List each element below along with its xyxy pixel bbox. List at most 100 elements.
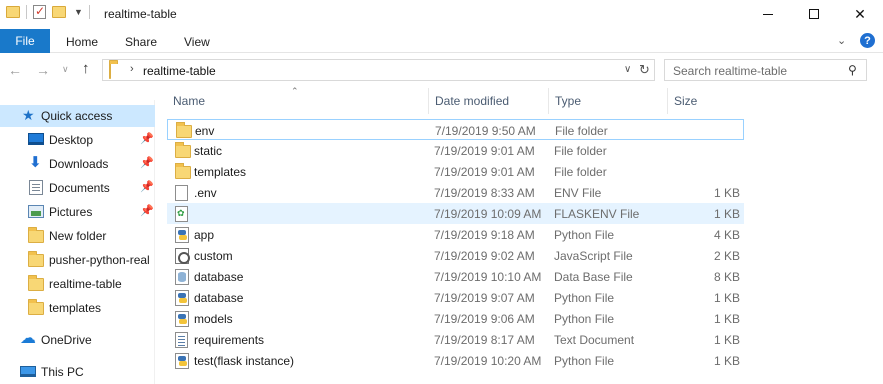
- file-date: 7/19/2019 10:20 AM: [434, 354, 542, 368]
- sidebar-item-label: New folder: [49, 229, 107, 243]
- up-arrow-icon[interactable]: ↑: [82, 60, 90, 77]
- pin-icon[interactable]: 📌: [140, 180, 154, 193]
- pin-icon[interactable]: 📌: [140, 132, 154, 145]
- file-row[interactable]: app 7/19/2019 9:18 AM Python File 4 KB: [167, 224, 744, 245]
- file-name: custom: [194, 249, 233, 263]
- toolbar-divider: [26, 5, 27, 19]
- file-date: 7/19/2019 9:02 AM: [434, 249, 535, 263]
- flaskenv-file-icon: [175, 206, 188, 223]
- sidebar-item-downloads[interactable]: ⬇ Downloads 📌: [0, 153, 155, 175]
- python-file-icon: [175, 290, 189, 307]
- file-type: Python File: [554, 312, 615, 326]
- folder-icon: [28, 251, 44, 267]
- file-name: database: [194, 270, 244, 284]
- folder-icon: [175, 163, 191, 179]
- column-header-date-modified[interactable]: Date modified: [428, 88, 548, 114]
- close-button[interactable]: ✕: [837, 0, 883, 28]
- sidebar-item-pusher-python-real[interactable]: pusher-python-real: [0, 249, 155, 271]
- pin-icon[interactable]: 📌: [140, 156, 154, 169]
- file-row[interactable]: templates 7/19/2019 9:01 AM File folder: [167, 161, 744, 182]
- address-history-dropdown-icon[interactable]: ∨: [624, 64, 631, 75]
- address-path[interactable]: realtime-table: [143, 64, 216, 78]
- column-header-name[interactable]: Name: [166, 88, 428, 114]
- help-icon[interactable]: ?: [860, 33, 875, 48]
- tab-home[interactable]: Home: [66, 35, 98, 49]
- customize-toolbar-dropdown-icon[interactable]: ▼: [74, 7, 83, 17]
- file-type: Python File: [554, 291, 615, 305]
- minimize-button[interactable]: [745, 0, 791, 28]
- address-bar[interactable]: › realtime-table ∨ ↻: [102, 59, 655, 81]
- folder-icon: [28, 275, 44, 291]
- file-size: 2 KB: [713, 249, 740, 263]
- file-row[interactable]: requirements 7/19/2019 8:17 AM Text Docu…: [167, 329, 744, 350]
- new-folder-icon[interactable]: [52, 6, 66, 18]
- file-row[interactable]: test(flask instance) 7/19/2019 10:20 AM …: [167, 350, 744, 371]
- maximize-button[interactable]: [791, 0, 837, 28]
- file-type: Python File: [554, 354, 615, 368]
- navigation-pane: ★ Quick access Desktop 📌 ⬇ Downloads 📌 D…: [0, 100, 155, 384]
- javascript-file-icon: [175, 248, 190, 265]
- tab-view[interactable]: View: [184, 35, 210, 49]
- sidebar-item-label: Desktop: [49, 133, 94, 147]
- sidebar-item-quick-access[interactable]: ★ Quick access: [0, 105, 155, 127]
- forward-arrow-icon[interactable]: →: [36, 62, 50, 78]
- column-header-type[interactable]: Type: [548, 88, 667, 114]
- file-icon: [175, 185, 188, 202]
- pictures-icon: [28, 205, 44, 218]
- file-row[interactable]: .env 7/19/2019 8:33 AM ENV File 1 KB: [167, 182, 744, 203]
- sidebar-item-label: Pictures: [49, 205, 93, 219]
- file-type: Text Document: [554, 333, 635, 347]
- file-row[interactable]: 7/19/2019 10:09 AM FLASKENV File 1 KB: [167, 203, 744, 224]
- file-date: 7/19/2019 8:17 AM: [434, 333, 535, 347]
- sidebar-item-onedrive[interactable]: ☁ OneDrive: [0, 329, 155, 351]
- search-icon[interactable]: ⚲: [848, 63, 857, 77]
- sidebar-item-templates[interactable]: templates: [0, 297, 155, 319]
- expand-ribbon-chevron-icon[interactable]: ⌄: [837, 34, 846, 47]
- sidebar-item-label: OneDrive: [41, 333, 92, 347]
- file-type: FLASKENV File: [554, 207, 640, 221]
- sidebar-item-desktop[interactable]: Desktop 📌: [0, 129, 155, 151]
- file-date: 7/19/2019 9:06 AM: [434, 312, 535, 326]
- folder-icon: [109, 63, 111, 79]
- sidebar-item-this-pc[interactable]: This PC: [0, 361, 155, 383]
- sidebar-item-label: Quick access: [41, 109, 113, 123]
- this-pc-icon: [20, 366, 36, 377]
- folder-icon[interactable]: [6, 6, 20, 18]
- recent-locations-chevron-icon[interactable]: ∨: [62, 64, 69, 75]
- file-type: Python File: [554, 228, 615, 242]
- folder-icon: [28, 227, 44, 243]
- sidebar-item-realtime-table[interactable]: realtime-table: [0, 273, 155, 295]
- chevron-right-icon[interactable]: ›: [130, 63, 134, 75]
- back-arrow-icon[interactable]: ←: [8, 62, 22, 78]
- pin-icon[interactable]: 📌: [140, 204, 154, 217]
- file-row[interactable]: database 7/19/2019 10:10 AM Data Base Fi…: [167, 266, 744, 287]
- sidebar-item-pictures[interactable]: Pictures 📌: [0, 201, 155, 223]
- python-file-icon: [175, 227, 189, 244]
- file-name: static: [194, 144, 223, 158]
- file-row[interactable]: static 7/19/2019 9:01 AM File folder: [167, 140, 744, 161]
- toolbar-divider: [88, 5, 90, 19]
- file-type: File folder: [554, 144, 607, 158]
- file-tab[interactable]: File: [0, 29, 50, 53]
- file-name: requirements: [194, 333, 265, 347]
- sidebar-item-documents[interactable]: Documents 📌: [0, 177, 155, 199]
- file-name: models: [194, 312, 233, 326]
- file-date: 7/19/2019 9:18 AM: [434, 228, 535, 242]
- file-size: 1 KB: [713, 354, 740, 368]
- file-type: Data Base File: [554, 270, 633, 284]
- tab-share[interactable]: Share: [125, 35, 157, 49]
- column-header-size[interactable]: Size: [667, 88, 747, 114]
- file-name: app: [194, 228, 215, 242]
- database-file-icon: [175, 269, 189, 286]
- file-row[interactable]: custom 7/19/2019 9:02 AM JavaScript File…: [167, 245, 744, 266]
- file-name: templates: [194, 165, 247, 179]
- search-input[interactable]: Search realtime-table ⚲: [664, 59, 867, 81]
- file-row[interactable]: database 7/19/2019 9:07 AM Python File 1…: [167, 287, 744, 308]
- file-row[interactable]: models 7/19/2019 9:06 AM Python File 1 K…: [167, 308, 744, 329]
- file-row[interactable]: env 7/19/2019 9:50 AM File folder: [167, 119, 744, 140]
- refresh-icon[interactable]: ↻: [639, 62, 650, 78]
- properties-icon[interactable]: [33, 4, 46, 19]
- sidebar-item-new-folder[interactable]: New folder: [0, 225, 155, 247]
- desktop-icon: [28, 133, 44, 145]
- python-file-icon: [175, 311, 189, 328]
